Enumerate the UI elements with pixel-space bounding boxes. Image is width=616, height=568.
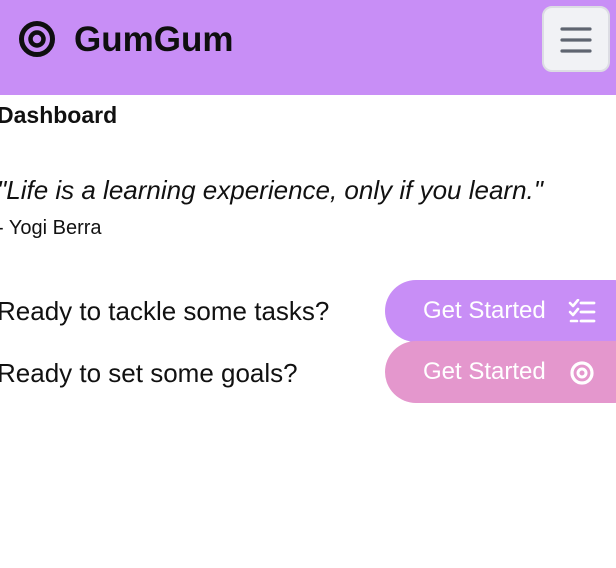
hamburger-menu-icon xyxy=(560,27,592,53)
page-title: Dashboard xyxy=(0,102,118,128)
tasks-get-started-button[interactable]: Get Started xyxy=(385,280,616,342)
target-icon xyxy=(570,361,594,385)
task-checklist-icon xyxy=(568,299,596,323)
app-title: GumGum xyxy=(74,20,234,59)
goals-get-started-button[interactable]: Get Started xyxy=(385,341,616,403)
app-header: GumGum xyxy=(0,0,616,95)
goals-prompt: Ready to set some goals? xyxy=(0,358,298,388)
menu-button[interactable] xyxy=(542,6,610,72)
tasks-button-label: Get Started xyxy=(423,297,546,324)
target-icon xyxy=(19,21,55,57)
tasks-prompt: Ready to tackle some tasks? xyxy=(0,296,330,326)
quote-text: "Life is a learning experience, only if … xyxy=(0,175,543,205)
goals-button-label: Get Started xyxy=(423,358,546,385)
quote-author: - Yogi Berra xyxy=(0,217,102,239)
